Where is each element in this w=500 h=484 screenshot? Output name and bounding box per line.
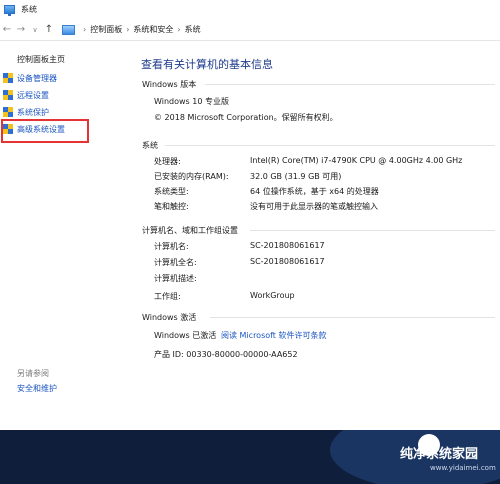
section-system-title: 系统 <box>142 141 158 150</box>
section-edition-title: Windows 版本 <box>142 80 197 89</box>
sidebar-item-label: 设备管理器 <box>17 74 57 83</box>
up-arrow-icon[interactable]: ↑ <box>42 22 56 38</box>
license-terms-link[interactable]: 阅读 Microsoft 软件许可条款 <box>221 330 327 341</box>
copyright-text: © 2018 Microsoft Corporation。保留所有权利。 <box>154 113 338 122</box>
highlight-box <box>1 119 89 143</box>
shield-icon <box>3 90 13 101</box>
page-title: 查看有关计算机的基本信息 <box>141 58 273 71</box>
chevron-right-icon[interactable]: › <box>177 25 180 34</box>
window-title: 系统 <box>21 5 37 14</box>
sidebar-item-label: 远程设置 <box>17 91 49 100</box>
see-also-heading: 另请参阅 <box>17 369 49 378</box>
breadcrumb-control-panel[interactable]: 控制面板 <box>90 24 122 35</box>
edition-name: Windows 10 专业版 <box>154 97 229 106</box>
title-bar: 系统 <box>0 0 500 19</box>
left-nav: 控制面板主页 设备管理器 远程设置 系统保护 高级系统设置 另请参阅 安全和维护 <box>0 41 125 484</box>
computer-description-label: 计算机描述: <box>154 274 197 283</box>
activation-status: Windows 已激活 <box>154 331 217 340</box>
workgroup-label: 工作组: <box>154 292 181 301</box>
full-computer-name-label: 计算机全名: <box>154 258 197 267</box>
forward-arrow-icon[interactable]: → <box>14 22 28 38</box>
divider <box>165 145 495 146</box>
workgroup-value: WorkGroup <box>250 291 295 300</box>
product-id: 产品 ID: 00330-80000-00000-AA652 <box>154 350 298 359</box>
sidebar-item-device-manager[interactable]: 设备管理器 <box>3 72 57 85</box>
watermark-title: 纯净系统家园 <box>400 447 479 462</box>
back-arrow-icon[interactable]: ← <box>0 22 14 38</box>
processor-value: Intel(R) Core(TM) i7-4790K CPU @ 4.00GHz… <box>250 156 463 165</box>
pen-touch-label: 笔和触控: <box>154 202 189 211</box>
sidebar-item-label: 系统保护 <box>17 108 49 117</box>
computer-name-label: 计算机名: <box>154 242 189 251</box>
divider <box>250 230 495 231</box>
pen-touch-value: 没有可用于此显示器的笔或触控输入 <box>250 202 378 211</box>
shield-icon <box>3 73 13 84</box>
recent-dropdown-icon[interactable]: ∨ <box>28 22 42 38</box>
sidebar-item-remote-settings[interactable]: 远程设置 <box>3 89 49 102</box>
section-computer-name-title: 计算机名、域和工作组设置 <box>142 226 238 235</box>
system-type-label: 系统类型: <box>154 187 189 196</box>
processor-label: 处理器: <box>154 157 181 166</box>
control-panel-home-link[interactable]: 控制面板主页 <box>17 54 65 65</box>
system-window-icon <box>4 5 15 16</box>
control-panel-icon <box>62 24 75 35</box>
divider <box>210 317 495 318</box>
security-maintenance-link[interactable]: 安全和维护 <box>17 383 57 394</box>
breadcrumb-system-security[interactable]: 系统和安全 <box>133 24 173 35</box>
sidebar-item-system-protection[interactable]: 系统保护 <box>3 106 49 119</box>
address-bar: ← → ∨ ↑ › 控制面板 › 系统和安全 › 系统 <box>0 19 500 41</box>
watermark-url: www.yidaimei.com <box>430 464 496 472</box>
breadcrumb: › 控制面板 › 系统和安全 › 系统 <box>62 22 201 38</box>
system-type-value: 64 位操作系统，基于 x64 的处理器 <box>250 187 379 196</box>
shield-icon <box>3 107 13 118</box>
ram-value: 32.0 GB (31.9 GB 可用) <box>250 172 342 181</box>
main-panel: 查看有关计算机的基本信息 Windows 版本 Windows 10 专业版 ©… <box>125 41 500 484</box>
ram-label: 已安装的内存(RAM): <box>154 172 229 181</box>
full-computer-name-value: SC-201808061617 <box>250 257 325 266</box>
breadcrumb-system[interactable]: 系统 <box>185 24 201 35</box>
computer-name-value: SC-201808061617 <box>250 241 325 250</box>
chevron-right-icon[interactable]: › <box>83 25 86 34</box>
divider <box>205 84 495 85</box>
section-activation-title: Windows 激活 <box>142 313 197 322</box>
chevron-right-icon[interactable]: › <box>126 25 129 34</box>
